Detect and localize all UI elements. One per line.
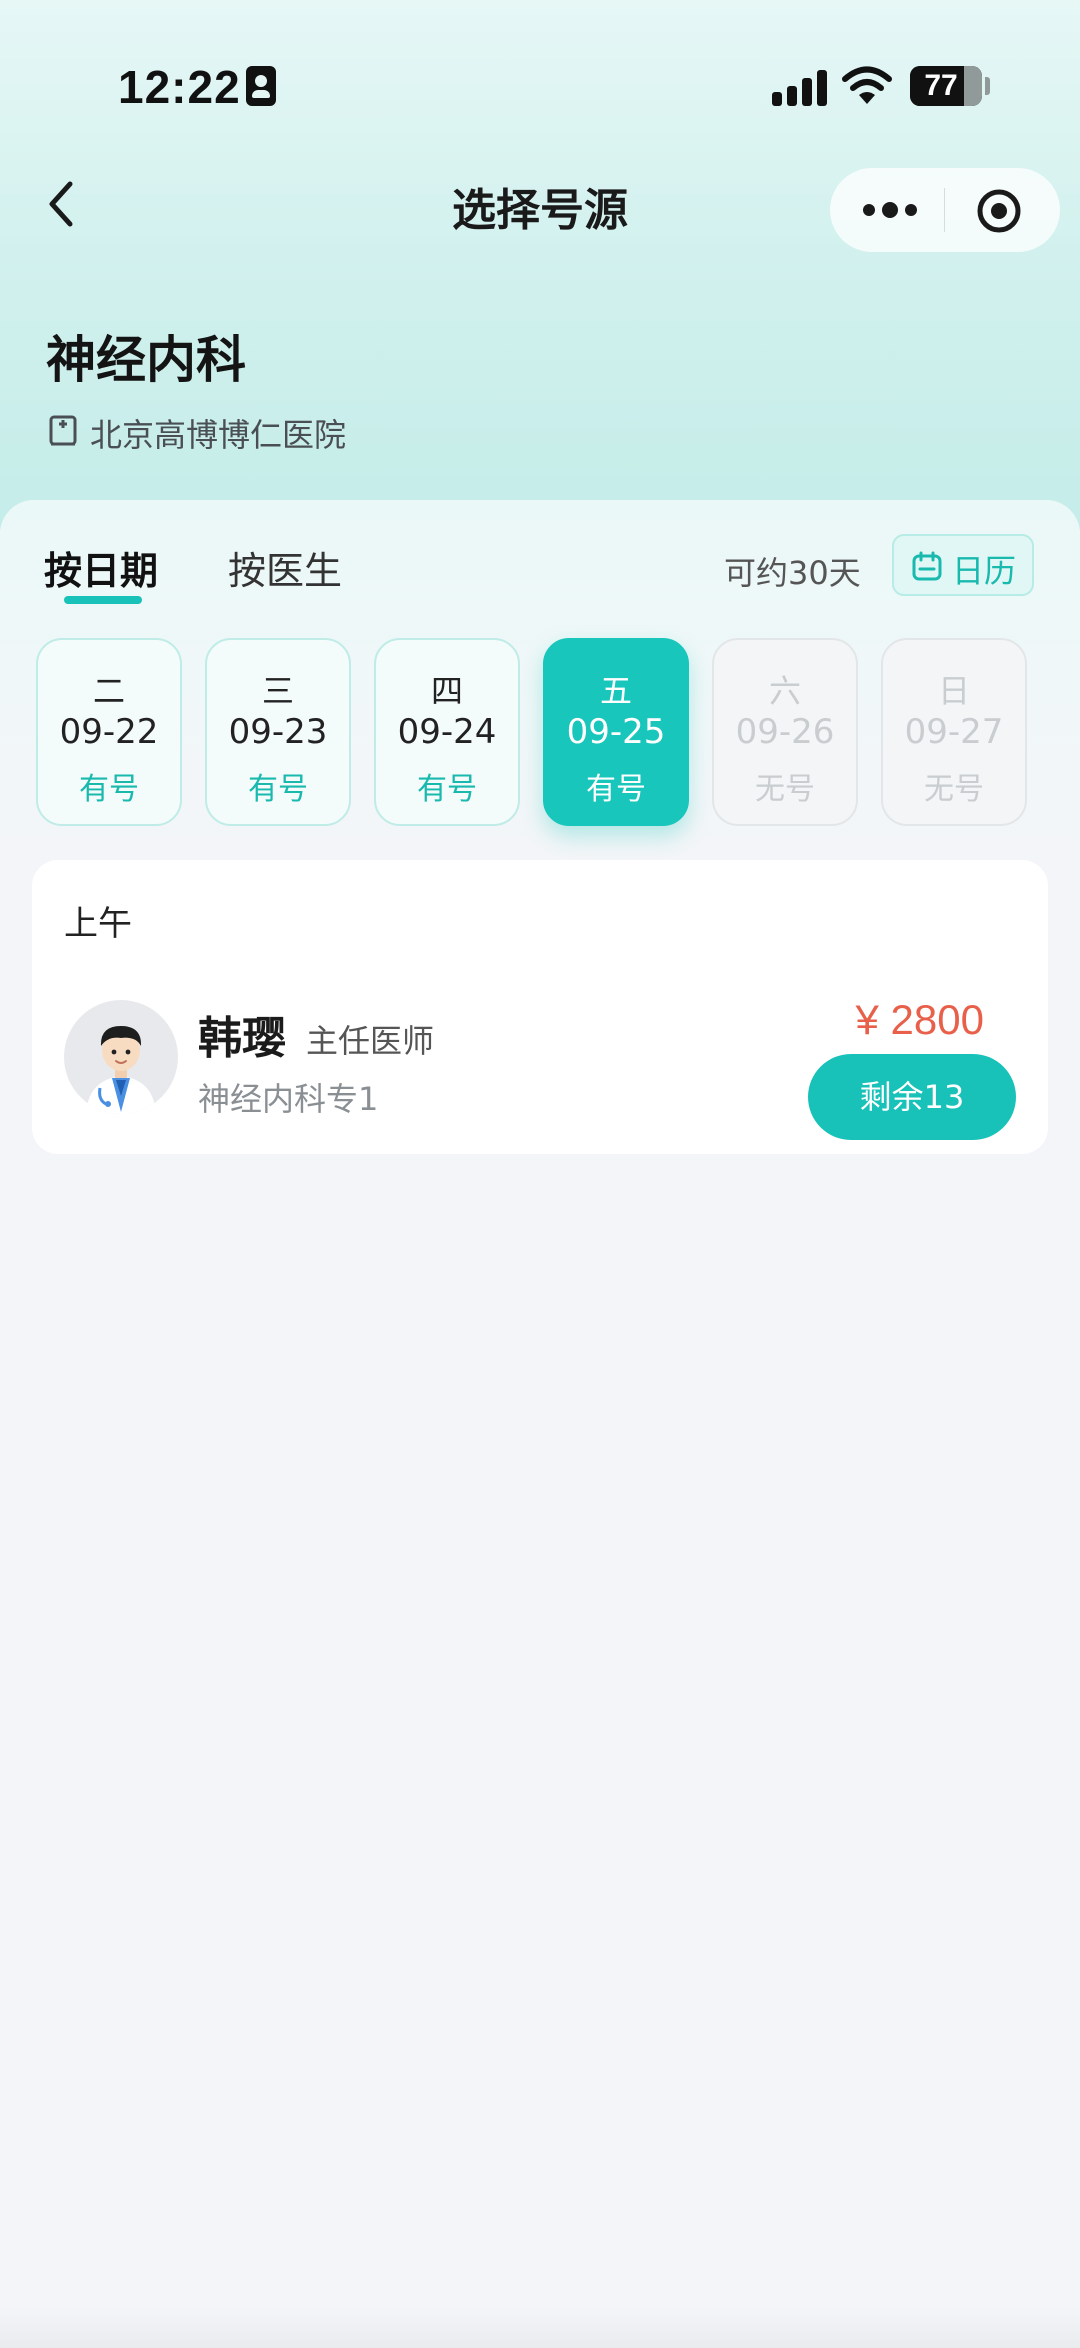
schedule-card: 上午 韩璎 主任医师 神经内科专1 ¥ 2800 剩余13 <box>32 860 1048 1154</box>
date-weekday: 五 <box>599 672 632 710</box>
date-card-0924[interactable]: 四 09-24 有号 <box>374 638 520 826</box>
date-value: 09-27 <box>904 712 1004 752</box>
doctor-price: ¥ 2800 <box>855 996 984 1043</box>
period-label: 上午 <box>64 904 132 944</box>
date-status: 有号 <box>417 772 477 807</box>
hospital-name: 北京高博博仁医院 <box>90 416 347 454</box>
date-card-0922[interactable]: 二 09-22 有号 <box>36 638 182 826</box>
capsule-divider <box>944 188 945 232</box>
more-dots-icon[interactable] <box>860 194 920 226</box>
doctor-illustration-icon <box>86 1026 156 1114</box>
date-card-0926[interactable]: 六 09-26 无号 <box>712 638 858 826</box>
date-card-0923[interactable]: 三 09-23 有号 <box>205 638 351 826</box>
date-status: 有号 <box>586 772 646 807</box>
date-value: 09-23 <box>228 712 328 752</box>
department-name: 神经内科 <box>46 331 246 389</box>
status-bar: 12:22 77 <box>0 0 1080 170</box>
date-status: 有号 <box>79 772 139 807</box>
calendar-button[interactable]: 日历 <box>892 534 1034 596</box>
date-status: 无号 <box>755 772 815 807</box>
date-status: 无号 <box>924 772 984 807</box>
hospital-building-icon <box>49 415 77 446</box>
status-time: 12:22 <box>118 61 241 113</box>
tab-by-date[interactable]: 按日期 <box>44 540 158 595</box>
calendar-label: 日历 <box>952 552 1017 590</box>
doctor-title: 主任医师 <box>306 1022 435 1060</box>
id-card-icon <box>246 66 276 106</box>
date-card-0927[interactable]: 日 09-27 无号 <box>881 638 1027 826</box>
calendar-icon <box>912 551 942 581</box>
bottom-fade <box>0 2308 1080 2348</box>
date-value: 09-24 <box>397 712 497 752</box>
date-weekday: 三 <box>261 672 294 710</box>
date-weekday: 四 <box>430 672 463 710</box>
target-circle-icon[interactable] <box>976 188 1022 234</box>
battery-level: 77 <box>924 69 958 102</box>
wifi-icon <box>842 66 892 104</box>
tab-active-indicator <box>64 596 142 604</box>
date-value: 09-26 <box>735 712 835 752</box>
date-weekday: 二 <box>92 672 125 710</box>
date-card-0925-selected[interactable]: 五 09-25 有号 <box>543 638 689 826</box>
doctor-avatar <box>64 1000 178 1114</box>
booking-range-text: 可约30天 <box>724 554 861 592</box>
date-value: 09-22 <box>59 712 159 752</box>
tab-by-doctor[interactable]: 按医生 <box>228 540 342 595</box>
remaining-slots-button[interactable]: 剩余13 <box>808 1054 1016 1140</box>
date-status: 有号 <box>248 772 308 807</box>
date-weekday: 六 <box>768 672 801 710</box>
date-value: 09-25 <box>566 712 666 752</box>
mini-program-capsule <box>830 168 1060 252</box>
battery-nub <box>985 77 990 95</box>
doctor-name[interactable]: 韩璎 <box>198 1002 286 1066</box>
signal-icon <box>772 68 828 106</box>
date-weekday: 日 <box>937 672 970 710</box>
doctor-clinic: 神经内科专1 <box>198 1080 379 1118</box>
